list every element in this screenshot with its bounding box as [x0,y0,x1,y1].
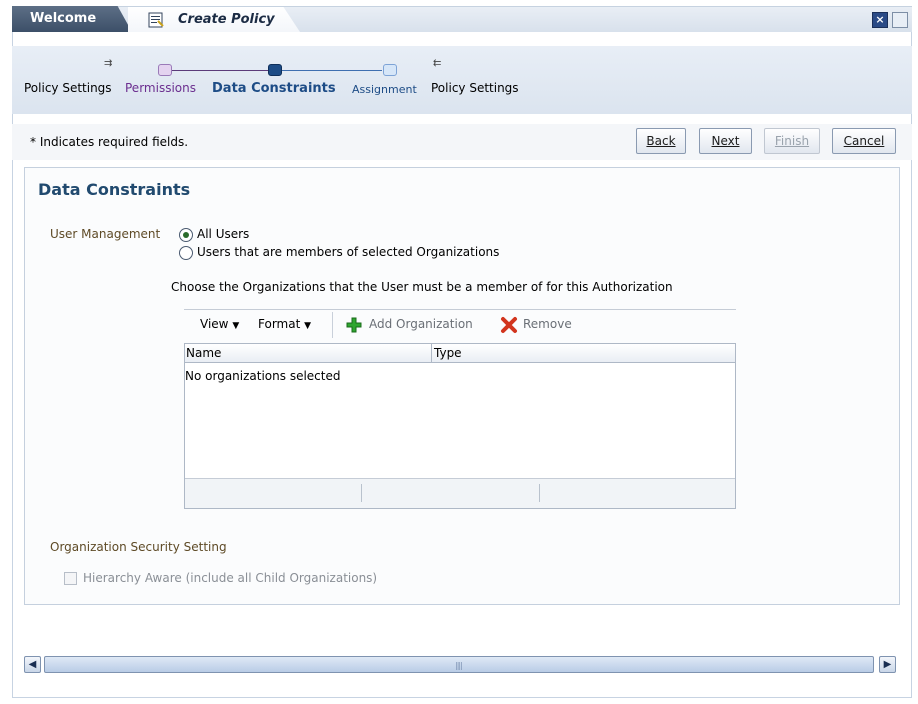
train-line-1 [172,70,268,71]
table-footer [185,478,735,508]
back-button[interactable]: Back [636,128,686,154]
train-line-2 [282,70,382,71]
hierarchy-aware-checkbox [64,572,77,585]
chevron-down-icon: ▼ [304,321,312,331]
footer-separator [539,484,540,502]
radio-org-members[interactable] [179,246,193,260]
tab-welcome-label: Welcome [30,11,97,26]
cancel-button[interactable]: Cancel [832,128,896,154]
remove-icon [501,317,517,333]
close-icon[interactable]: × [872,12,888,28]
radio-selected-dot [183,232,189,238]
scroll-right-button[interactable]: ▶ [879,656,896,673]
remove-button[interactable]: Remove [523,317,572,331]
user-management-label: User Management [50,227,161,241]
train-label-policy-settings-end[interactable]: Policy Settings [431,81,519,95]
scrollbar-grip: |||| [455,661,463,670]
train-stop-permissions[interactable] [158,64,172,76]
add-organization-button[interactable]: Add Organization [369,317,473,331]
scroll-left-button[interactable]: ◀ [24,656,41,673]
format-menu-label: Format [258,317,301,331]
train-stop-data-constraints [268,64,282,76]
train-label-policy-settings-start[interactable]: Policy Settings [24,81,112,95]
radio-all-users-label[interactable]: All Users [197,227,249,241]
view-menu-label: View [200,317,229,331]
org-hint-text: Choose the Organizations that the User m… [171,280,673,294]
format-menu[interactable]: Format ▼ [258,317,311,331]
radio-all-users[interactable] [179,228,193,242]
train-label-data-constraints: Data Constraints [212,81,336,96]
org-security-label: Organization Security Setting [50,540,227,554]
tab-welcome[interactable]: Welcome [12,6,132,32]
column-header-name[interactable]: Name [186,346,221,360]
toolbar-separator [332,312,333,338]
policy-settings-end-icon: ⇇ [433,58,442,69]
radio-org-members-label[interactable]: Users that are members of selected Organ… [197,245,499,259]
view-menu[interactable]: View ▼ [200,317,239,331]
table-empty-message: No organizations selected [185,369,341,383]
add-icon [346,317,362,333]
policy-settings-start-icon: ⇉ [104,58,113,69]
chevron-down-icon: ▼ [232,321,240,331]
tab-create-policy-label: Create Policy [178,12,275,27]
train-bar [12,46,912,114]
train-label-assignment[interactable]: Assignment [352,83,417,96]
finish-button: Finish [764,128,820,154]
restore-icon[interactable] [892,12,908,28]
train-stop-assignment[interactable] [383,64,397,76]
train-label-permissions[interactable]: Permissions [125,81,196,95]
hierarchy-aware-label: Hierarchy Aware (include all Child Organ… [83,571,378,585]
column-header-type[interactable]: Type [434,346,462,360]
column-separator[interactable] [431,344,432,363]
next-button[interactable]: Next [699,128,752,154]
section-title: Data Constraints [38,180,191,199]
footer-separator [361,484,362,502]
required-note: * Indicates required fields. [30,135,189,149]
tab-create-policy[interactable]: Create Policy [128,6,300,32]
document-icon [148,12,164,28]
